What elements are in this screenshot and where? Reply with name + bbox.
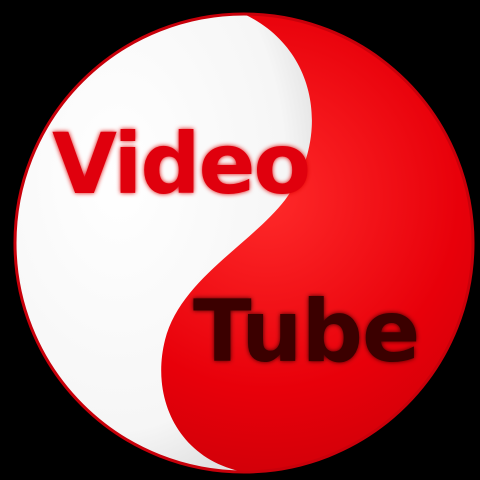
yin-yang-emblem: Video Tube <box>13 12 475 474</box>
logo-word-tube: Tube <box>193 282 419 382</box>
logo-word-video: Video <box>52 115 309 213</box>
videotube-logo: Video Tube <box>0 0 480 480</box>
